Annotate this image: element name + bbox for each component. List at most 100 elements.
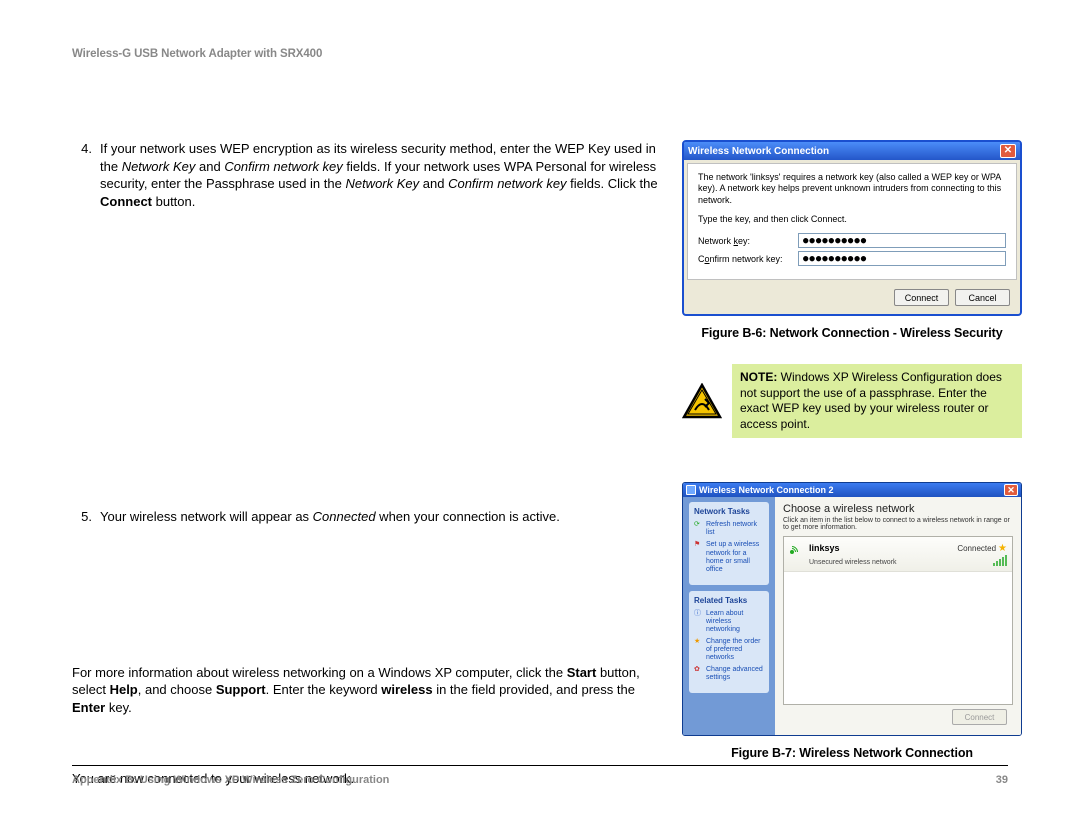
t: wireless [381, 682, 432, 697]
t: Your wireless network will appear as [100, 509, 313, 524]
main-heading: Choose a wireless network [783, 503, 1013, 515]
t: and [419, 176, 448, 191]
t: Enter [72, 700, 105, 715]
t: fields. Click the [567, 176, 658, 191]
network-type: Unsecured wireless network [809, 559, 897, 566]
close-icon[interactable]: ✕ [1004, 484, 1018, 496]
network-key-row: Network key: ●●●●●●●●●● [698, 233, 1006, 248]
t: Change the order of preferred networks [706, 638, 764, 662]
network-tasks-group: Network Tasks ⟳ Refresh network list ⚑ Set… [689, 502, 769, 584]
warning-icon [682, 383, 722, 419]
figure-caption-b6: Figure B-6: Network Connection - Wireles… [682, 326, 1022, 340]
close-icon[interactable]: ✕ [1000, 144, 1016, 158]
dialog-body: The network 'linksys' requires a network… [687, 163, 1017, 280]
footer-page-number: 39 [996, 774, 1008, 786]
note-row: NOTE: Windows XP Wireless Configuration … [682, 364, 1022, 438]
confirm-key-row: Confirm network key: ●●●●●●●●●● [698, 251, 1006, 266]
step-4: 4. If your network uses WEP encryption a… [72, 140, 662, 210]
info-icon: ⓘ [694, 610, 702, 618]
step-number: 5. [72, 508, 92, 526]
dialog-titlebar: Wireless Network Connection 2 ✕ [683, 483, 1021, 497]
t: Learn about wireless networking [706, 610, 764, 634]
header-title: Wireless-G USB Network Adapter with SRX4… [72, 48, 1025, 60]
related-tasks-group: Related Tasks ⓘ Learn about wireless netw… [689, 591, 769, 693]
t: Confirm network key [224, 159, 342, 174]
star-icon: ★ [998, 543, 1007, 554]
main-subtext: Click an item in the list below to conne… [783, 517, 1013, 531]
footer-left: Appendix B: Using Windows XP Wireless Ze… [72, 774, 389, 786]
t: Confirm network key [448, 176, 566, 191]
cancel-button[interactable]: Cancel [955, 289, 1010, 306]
t: Help [110, 682, 138, 697]
dialog-titlebar: Wireless Network Connection ✕ [684, 142, 1020, 160]
left-column: 4. If your network uses WEP encryption a… [72, 140, 662, 788]
connect-button[interactable]: Connect [894, 289, 949, 306]
t: Start [567, 665, 597, 680]
learn-wireless-link[interactable]: ⓘ Learn about wireless networking [694, 610, 764, 634]
gear-icon: ✿ [694, 666, 702, 674]
setup-network-link[interactable]: ⚑ Set up a wireless network for a home or… [694, 541, 764, 573]
refresh-icon: ⟳ [694, 521, 702, 529]
dialog-content: Network Tasks ⟳ Refresh network list ⚑ Set… [683, 497, 1021, 735]
change-order-link[interactable]: ★ Change the order of preferred networks [694, 638, 764, 662]
advanced-settings-link[interactable]: ✿ Change advanced settings [694, 666, 764, 682]
sidebar: Network Tasks ⟳ Refresh network list ⚑ Set… [683, 497, 775, 735]
figure-caption-b7: Figure B-7: Wireless Network Connection [682, 746, 1022, 760]
t: and [195, 159, 224, 174]
network-status: Connected [957, 544, 996, 553]
t: Change advanced settings [706, 666, 764, 682]
help-paragraph: For more information about wireless netw… [72, 664, 662, 717]
t: Support [216, 682, 266, 697]
wireless-icon [686, 485, 696, 495]
confirm-key-input[interactable]: ●●●●●●●●●● [798, 251, 1006, 266]
network-list: linksys Connected ★ Unsecured wireless n… [783, 536, 1013, 705]
dialog-text: The network 'linksys' requires a network… [698, 172, 1006, 206]
t: in the field provided, and press the [433, 682, 635, 697]
confirm-key-label: Confirm network key: [698, 254, 798, 264]
step-5: 5. Your wireless network will appear as … [72, 508, 662, 526]
t: key. [105, 700, 132, 715]
main-panel: Choose a wireless network Click an item … [775, 497, 1021, 735]
t: Refresh network list [706, 521, 764, 537]
signal-icon [789, 541, 805, 555]
t: button. [152, 194, 195, 209]
refresh-network-link[interactable]: ⟳ Refresh network list [694, 521, 764, 537]
setup-icon: ⚑ [694, 541, 702, 549]
connect-button[interactable]: Connect [952, 709, 1007, 725]
dialog-text: Type the key, and then click Connect. [698, 214, 1006, 225]
dialog-title: Wireless Network Connection [688, 146, 829, 157]
note-text: Windows XP Wireless Configuration does n… [740, 370, 1002, 431]
t: , and choose [138, 682, 216, 697]
t: Network [698, 236, 734, 246]
footer-divider [72, 765, 1008, 766]
choose-network-dialog: Wireless Network Connection 2 ✕ Network … [682, 482, 1022, 736]
t: nfirm network key: [710, 254, 783, 264]
dialog-title: Wireless Network Connection 2 [699, 485, 833, 495]
t: Network Key [122, 159, 196, 174]
t: Set up a wireless network for a home or … [706, 541, 764, 573]
t: ey: [738, 236, 750, 246]
star-icon: ★ [694, 638, 702, 646]
note-box: NOTE: Windows XP Wireless Configuration … [732, 364, 1022, 438]
footer: Appendix B: Using Windows XP Wireless Ze… [72, 774, 1008, 786]
signal-bars-icon [993, 555, 1007, 566]
step-text: Your wireless network will appear as Con… [100, 508, 662, 526]
sidebar-heading: Network Tasks [694, 507, 764, 516]
dialog-footer: Connect [783, 705, 1013, 729]
dialog-buttons: Connect Cancel [684, 283, 1020, 314]
right-column: Wireless Network Connection ✕ The networ… [682, 140, 1022, 788]
network-key-input[interactable]: ●●●●●●●●●● [798, 233, 1006, 248]
step-number: 4. [72, 140, 92, 210]
t: when your connection is active. [376, 509, 560, 524]
wireless-key-dialog: Wireless Network Connection ✕ The networ… [682, 140, 1022, 316]
t: Connected [313, 509, 376, 524]
network-key-label: Network key: [698, 236, 798, 246]
t: . Enter the keyword [266, 682, 382, 697]
note-lead: NOTE: [740, 370, 777, 384]
t: Network Key [345, 176, 419, 191]
network-item[interactable]: linksys Connected ★ Unsecured wireless n… [784, 537, 1012, 572]
t: For more information about wireless netw… [72, 665, 567, 680]
network-name: linksys [809, 543, 957, 553]
sidebar-heading: Related Tasks [694, 596, 764, 605]
step-text: If your network uses WEP encryption as i… [100, 140, 662, 210]
